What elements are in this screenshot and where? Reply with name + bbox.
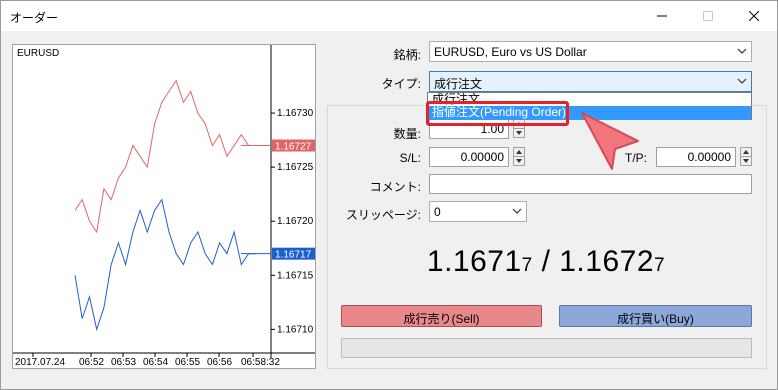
symbol-label: 銘柄: <box>393 48 421 62</box>
type-label: タイプ: <box>381 77 421 91</box>
type-select[interactable]: 成行注文 <box>429 71 752 92</box>
x-tick-label: 06:56 <box>207 357 232 368</box>
bid-price-tag: 1.16717 <box>275 250 312 261</box>
symbol-select[interactable]: EURUSD, Euro vs US Dollar <box>429 41 752 62</box>
chevron-down-icon <box>512 208 522 214</box>
series-line-bid <box>74 198 256 332</box>
sl-stepper[interactable] <box>513 147 525 167</box>
caret-up-icon <box>743 150 749 154</box>
highlight-annotation <box>426 101 569 126</box>
close-icon <box>749 11 759 21</box>
minimize-button[interactable] <box>639 1 685 31</box>
close-button[interactable] <box>731 1 777 31</box>
minimize-icon <box>657 15 667 17</box>
chevron-down-icon <box>737 78 747 84</box>
type-value: 成行注文 <box>434 77 483 91</box>
maximize-button <box>685 1 731 31</box>
progress-bar <box>341 338 752 358</box>
x-tick-label: 06:54 <box>143 357 168 368</box>
tp-stepper[interactable] <box>740 147 752 167</box>
order-window: オーダー EURUSD 1.16730 1.16725 1.16720 1.16715 1… <box>0 0 778 390</box>
buy-button[interactable]: 成行買い(Buy) <box>559 305 752 327</box>
title-bar: オーダー <box>1 1 777 31</box>
slippage-label: スリッページ: <box>345 208 421 222</box>
sl-field[interactable]: 0.00000 <box>429 147 509 167</box>
slippage-value: 0 <box>434 205 441 219</box>
y-tick-label: 1.16715 <box>277 270 314 281</box>
x-tick-label: 06:53 <box>111 357 136 368</box>
volume-label: 数量: <box>393 127 421 141</box>
quote-separator: / <box>532 245 560 278</box>
order-panel <box>327 105 767 369</box>
bid-price-last-digit: 7 <box>521 255 533 276</box>
step-down-button[interactable] <box>513 156 525 166</box>
caret-down-icon <box>743 159 749 163</box>
x-tick-label: 06:55 <box>175 357 200 368</box>
pointer-arrow-icon <box>581 112 639 170</box>
series-line-ask <box>74 79 256 234</box>
maximize-icon <box>703 11 713 21</box>
slippage-select[interactable]: 0 <box>429 201 527 222</box>
sell-button[interactable]: 成行売り(Sell) <box>341 305 542 327</box>
caret-up-icon <box>516 150 522 154</box>
tick-chart: EURUSD 1.16730 1.16725 1.16720 1.16715 1.1671… <box>12 44 316 369</box>
comment-label: コメント: <box>369 180 421 194</box>
caret-down-icon <box>516 131 522 135</box>
chart-symbol-label: EURUSD <box>17 48 59 59</box>
bid-price-main: 1.1671 <box>426 245 522 278</box>
y-tick-label: 1.16730 <box>277 108 314 119</box>
ask-price-tag: 1.16727 <box>275 142 312 153</box>
sl-label: S/L: <box>399 151 421 165</box>
tp-field[interactable]: 0.00000 <box>656 147 736 167</box>
x-tick-label: 06:58:32 <box>241 357 280 368</box>
step-down-button[interactable] <box>513 128 525 138</box>
window-title: オーダー <box>10 11 59 25</box>
y-tick-label: 1.16710 <box>277 324 314 335</box>
chevron-down-icon <box>737 48 747 54</box>
ask-price-main: 1.1672 <box>559 245 655 278</box>
symbol-value: EURUSD, Euro vs US Dollar <box>434 45 587 59</box>
ask-price-last-digit: 7 <box>654 255 666 276</box>
tick-chart-svg: EURUSD 1.16730 1.16725 1.16720 1.16715 1.1671… <box>13 45 315 368</box>
caret-down-icon <box>516 159 522 163</box>
x-tick-label: 06:52 <box>79 357 104 368</box>
x-tick-label: 2017.07.24 <box>15 357 65 368</box>
step-down-button[interactable] <box>740 156 752 166</box>
y-tick-label: 1.16725 <box>277 162 314 173</box>
quote-display: 1.16717 / 1.16727 <box>331 245 761 279</box>
y-tick-label: 1.16720 <box>277 216 314 227</box>
